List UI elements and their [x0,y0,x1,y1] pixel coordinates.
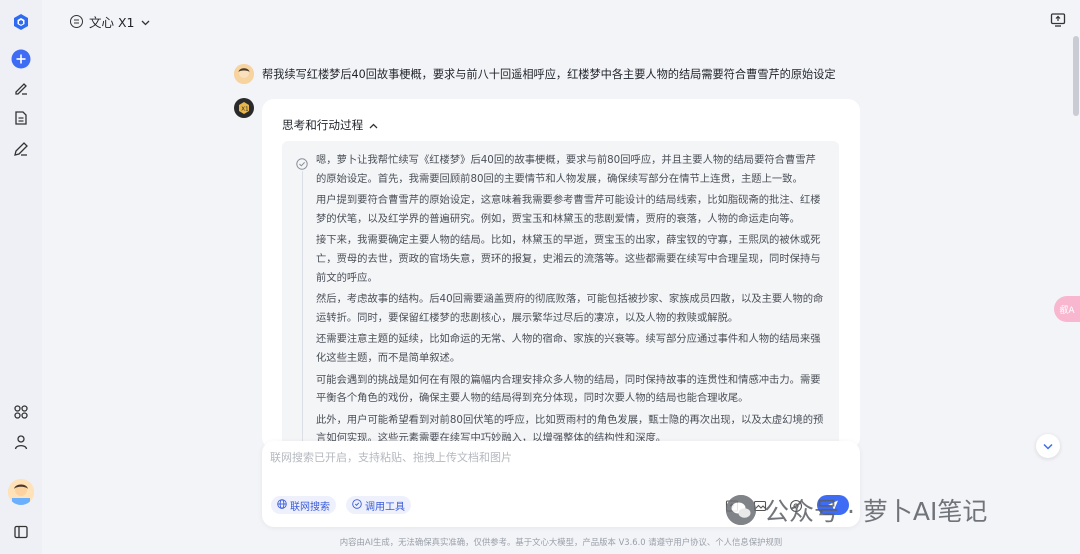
upload-file-icon[interactable] [725,498,739,512]
check-circle-icon [296,155,308,170]
call-tools-label: 调用工具 [365,501,405,513]
thinking-paragraph: 接下来，我需要确定主要人物的结局。比如，林黛玉的早逝，贾宝玉的出家，薛宝钗的守寡… [316,234,821,284]
svg-text:X1: X1 [241,106,248,112]
model-name: 文心 X1 [89,14,135,30]
scroll-to-bottom-button[interactable] [1036,434,1060,458]
user-profile-icon[interactable] [11,432,31,452]
model-selector[interactable]: 文心 X1 [70,12,150,30]
at-mention-icon[interactable] [789,498,803,513]
assistant-avatar: X1 [234,98,254,118]
left-sidebar [0,0,42,554]
user-avatar[interactable] [8,479,34,505]
globe-icon [277,498,287,512]
floating-assistant-badge[interactable]: 㕡A [1054,296,1080,322]
new-chat-icon[interactable] [11,49,31,69]
web-search-chip[interactable]: 联网搜索 [271,496,336,514]
app-logo-icon[interactable] [11,12,31,32]
tools-icon [352,498,362,512]
screen-share-icon[interactable] [1050,12,1066,28]
image-icon[interactable] [753,498,767,512]
disclaimer-footer: 内容由AI生成，无法确保真实准确，仅供参考。基于文心大模型，产品版本 V3.6.… [339,537,783,547]
call-tools-chip[interactable]: 调用工具 [346,496,411,514]
send-button[interactable] [817,495,849,515]
write-icon[interactable] [11,139,31,159]
model-icon [70,14,83,28]
send-icon [827,496,839,515]
scrollbar[interactable] [1073,36,1079,116]
user-message: 帮我续写红楼梦后40回故事梗概，要求与前八十回遥相呼应，红楼梦中各主要人物的结局… [234,64,874,84]
chevron-up-icon [369,118,378,132]
thinking-paragraph: 然后，考虑故事的结构。后40回需要涵盖贾府的彻底败落，可能包括被抄家、家族成员四… [316,293,824,324]
apps-grid-icon[interactable] [11,402,31,422]
thinking-paragraph: 可能会遇到的挑战是如何在有限的篇幅内合理安排众多人物的结局，同时保持故事的连贯性… [316,373,821,405]
thinking-title: 思考和行动过程 [282,118,364,132]
thinking-divider [302,171,303,449]
edit-pen-icon[interactable] [11,78,31,98]
thinking-panel: 嗯，萝卜让我帮忙续写《红楼梦》后40回的故事梗概，要求与前80回呼应，并且主要人… [282,141,839,449]
web-search-label: 联网搜索 [290,501,330,513]
message-input[interactable] [270,447,710,467]
thinking-paragraph: 嗯，萝卜让我帮忙续写《红楼梦》后40回的故事梗概，要求与前80回呼应，并且主要人… [316,154,816,185]
document-icon[interactable] [11,108,31,128]
chevron-down-icon [141,14,150,29]
sidebar-toggle-icon[interactable] [11,522,31,542]
user-message-avatar [234,64,254,84]
thinking-content: 嗯，萝卜让我帮忙续写《红楼梦》后40回的故事梗概，要求与前80回呼应，并且主要人… [316,151,826,449]
thinking-paragraph: 还需要注意主题的延续，比如命运的无常、人物的宿命、家族的兴衰等。续写部分应通过事… [316,333,821,364]
message-composer: 联网搜索 调用工具 [262,441,860,527]
thinking-paragraph: 用户提到要符合曹雪芹的原始设定，这意味着我需要参考曹雪芹可能设计的结局线索，比如… [316,194,821,225]
assistant-response-card: 思考和行动过程 嗯，萝卜让我帮忙续写《红楼梦》后40回的故事梗概，要求与前80回… [262,99,860,449]
float-badge-text: 㕡A [1059,305,1075,316]
thinking-toggle[interactable]: 思考和行动过程 [282,117,378,133]
user-message-text: 帮我续写红楼梦后40回故事梗概，要求与前八十回遥相呼应，红楼梦中各主要人物的结局… [262,68,836,81]
